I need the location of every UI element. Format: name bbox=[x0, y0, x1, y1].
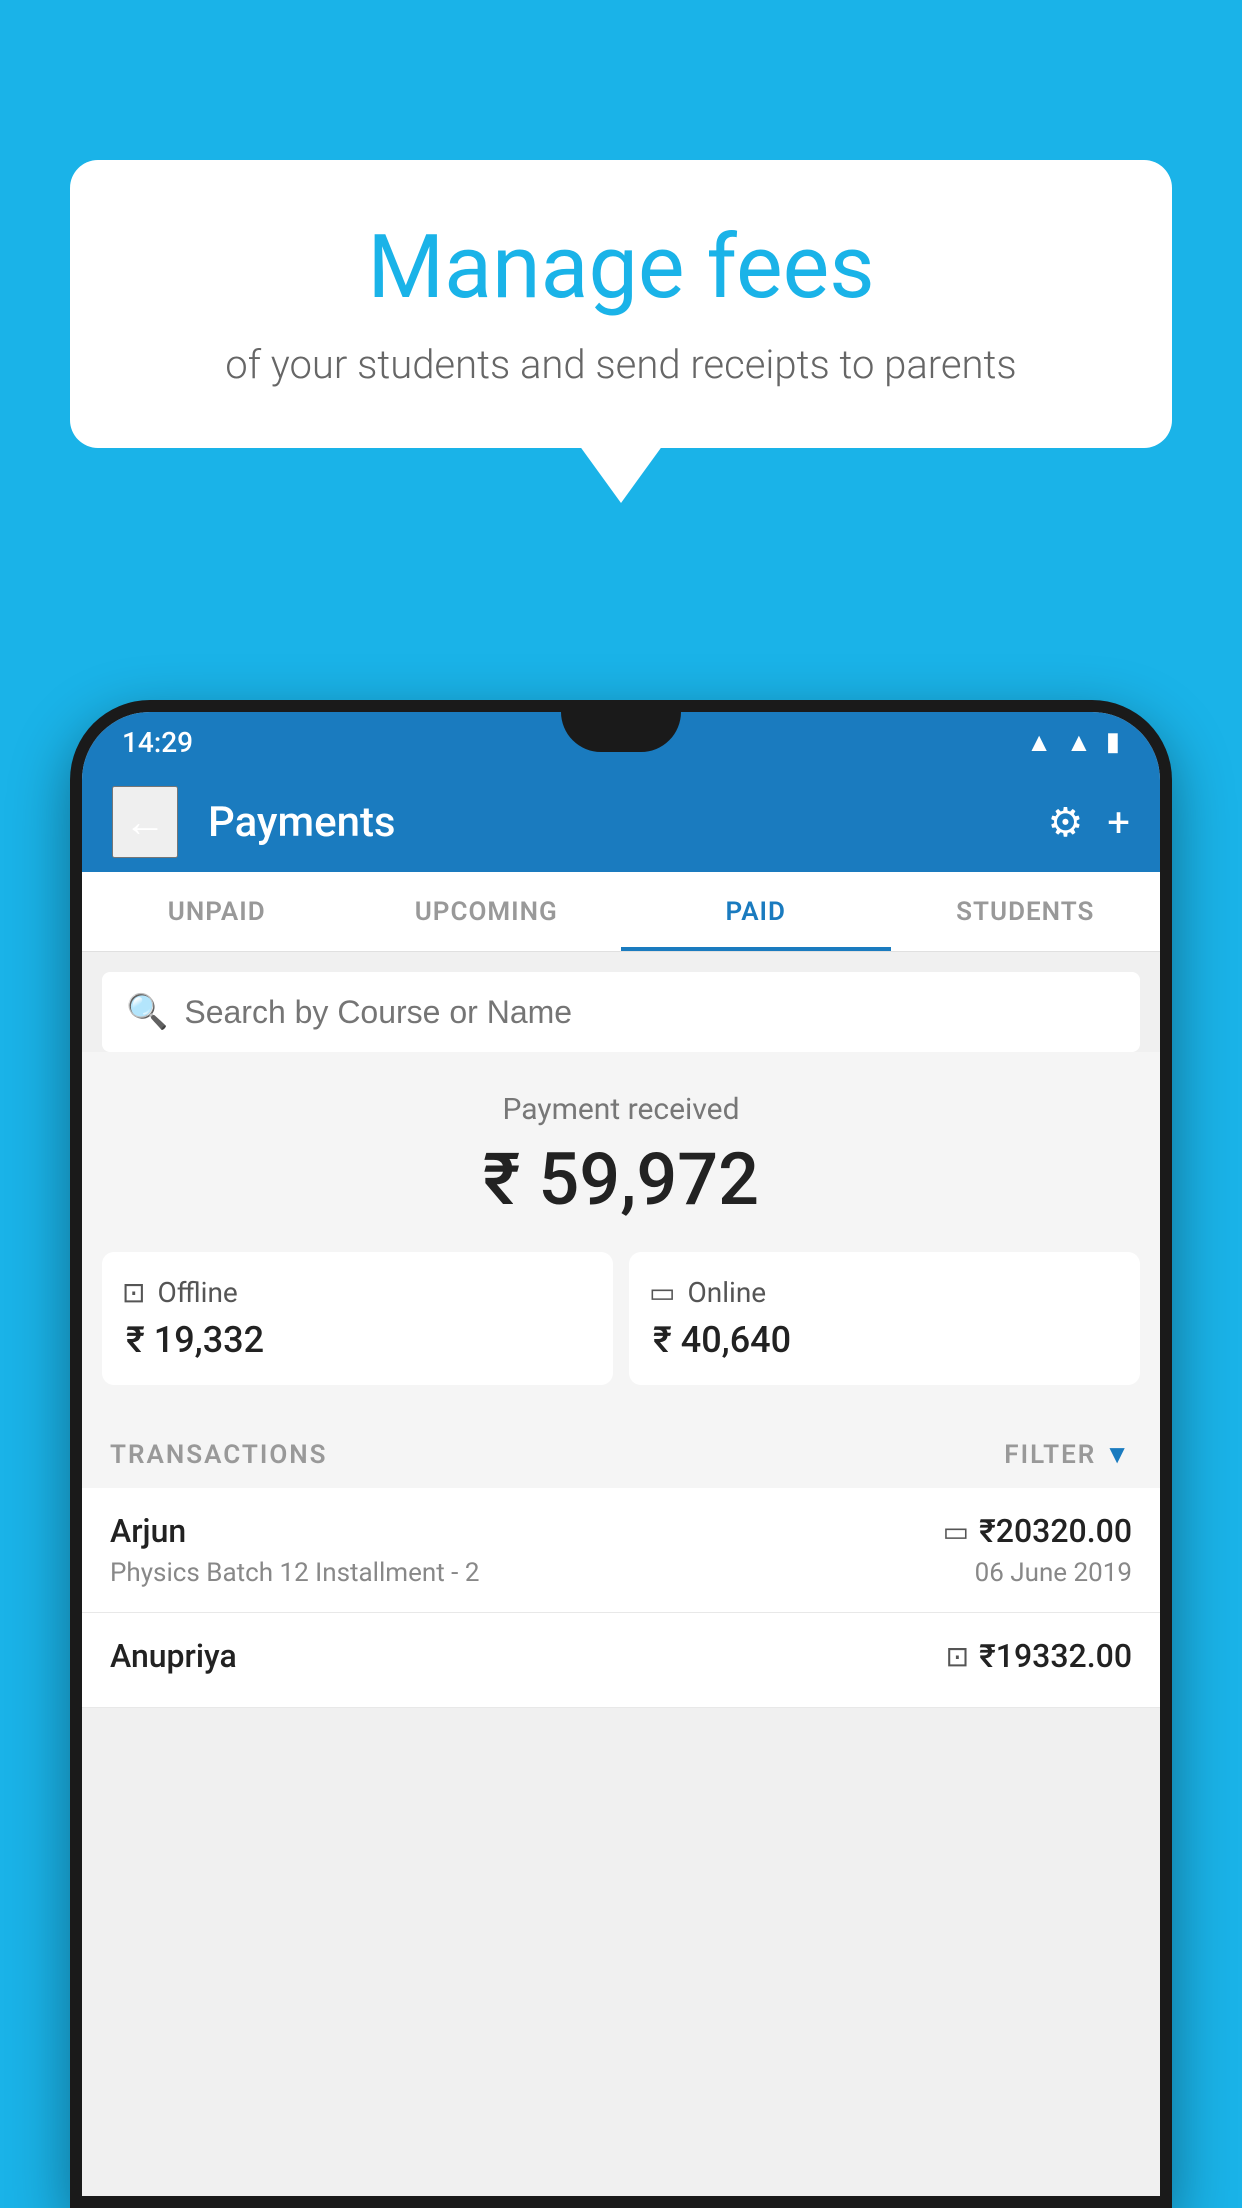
tab-paid[interactable]: PAID bbox=[621, 872, 891, 951]
speech-bubble: Manage fees of your students and send re… bbox=[70, 160, 1172, 448]
search-container: 🔍 bbox=[102, 972, 1140, 1052]
search-icon: 🔍 bbox=[126, 992, 168, 1032]
transaction-amount-row: ▭ ₹20320.00 bbox=[943, 1512, 1132, 1550]
offline-label: Offline bbox=[157, 1276, 237, 1309]
transaction-name: Anupriya bbox=[110, 1637, 237, 1675]
tab-students[interactable]: STUDENTS bbox=[891, 872, 1161, 951]
payment-received-label: Payment received bbox=[102, 1092, 1140, 1127]
transaction-top-row: Arjun ▭ ₹20320.00 bbox=[110, 1512, 1132, 1550]
search-input[interactable] bbox=[184, 994, 1116, 1031]
wifi-icon: ▲ bbox=[1026, 727, 1052, 758]
app-bar: ← Payments ⚙ + bbox=[82, 772, 1160, 872]
transaction-bottom-row: Physics Batch 12 Installment - 2 06 June… bbox=[110, 1558, 1132, 1588]
filter-label: FILTER bbox=[1004, 1440, 1096, 1470]
content-area: 🔍 Payment received ₹ 59,972 ⊡ Offline ₹ … bbox=[82, 952, 1160, 1708]
online-payment-icon: ▭ bbox=[943, 1515, 969, 1548]
online-icon: ▭ bbox=[649, 1276, 675, 1309]
online-card: ▭ Online ₹ 40,640 bbox=[629, 1252, 1140, 1385]
tab-upcoming[interactable]: UPCOMING bbox=[352, 872, 622, 951]
transaction-amount-row: ⊡ ₹19332.00 bbox=[946, 1637, 1132, 1675]
online-amount: ₹ 40,640 bbox=[649, 1319, 1120, 1361]
tab-unpaid[interactable]: UNPAID bbox=[82, 872, 352, 951]
offline-amount: ₹ 19,332 bbox=[122, 1319, 593, 1361]
add-icon[interactable]: + bbox=[1107, 799, 1130, 846]
offline-payment-icon: ⊡ bbox=[946, 1640, 969, 1673]
toolbar-icons: ⚙ + bbox=[1047, 799, 1130, 846]
online-label: Online bbox=[687, 1276, 766, 1309]
notch bbox=[561, 712, 681, 752]
battery-icon: ▮ bbox=[1106, 727, 1120, 757]
bubble-title: Manage fees bbox=[120, 220, 1122, 317]
bubble-subtitle: of your students and send receipts to pa… bbox=[120, 337, 1122, 393]
tabs-bar: UNPAID UPCOMING PAID STUDENTS bbox=[82, 872, 1160, 952]
offline-card: ⊡ Offline ₹ 19,332 bbox=[102, 1252, 613, 1385]
transaction-amount: ₹20320.00 bbox=[979, 1512, 1132, 1550]
transaction-course: Physics Batch 12 Installment - 2 bbox=[110, 1558, 479, 1588]
page-title: Payments bbox=[208, 798, 1027, 847]
table-row[interactable]: Anupriya ⊡ ₹19332.00 bbox=[82, 1613, 1160, 1708]
status-time: 14:29 bbox=[122, 726, 193, 759]
online-card-header: ▭ Online bbox=[649, 1276, 1120, 1309]
transaction-name: Arjun bbox=[110, 1512, 186, 1550]
transactions-label: TRANSACTIONS bbox=[110, 1440, 328, 1470]
transaction-date: 06 June 2019 bbox=[975, 1558, 1132, 1588]
payment-cards: ⊡ Offline ₹ 19,332 ▭ Online ₹ 40,640 bbox=[82, 1252, 1160, 1415]
phone-screen: 14:29 ▲ ▲ ▮ ← Payments ⚙ + UNPAID UPCOMI… bbox=[82, 712, 1160, 2196]
transaction-top-row: Anupriya ⊡ ₹19332.00 bbox=[110, 1637, 1132, 1675]
payment-summary: Payment received ₹ 59,972 bbox=[82, 1052, 1160, 1252]
back-button[interactable]: ← bbox=[112, 786, 178, 858]
phone-frame: 14:29 ▲ ▲ ▮ ← Payments ⚙ + UNPAID UPCOMI… bbox=[70, 700, 1172, 2208]
signal-icon: ▲ bbox=[1066, 727, 1092, 758]
transactions-header: TRANSACTIONS FILTER ▼ bbox=[82, 1415, 1160, 1488]
table-row[interactable]: Arjun ▭ ₹20320.00 Physics Batch 12 Insta… bbox=[82, 1488, 1160, 1613]
filter-icon: ▼ bbox=[1104, 1439, 1132, 1470]
status-icons: ▲ ▲ ▮ bbox=[1026, 727, 1120, 758]
offline-icon: ⊡ bbox=[122, 1276, 145, 1309]
settings-icon[interactable]: ⚙ bbox=[1047, 799, 1083, 846]
status-bar: 14:29 ▲ ▲ ▮ bbox=[82, 712, 1160, 772]
filter-button[interactable]: FILTER ▼ bbox=[1004, 1439, 1132, 1470]
payment-total-amount: ₹ 59,972 bbox=[102, 1137, 1140, 1222]
transaction-amount: ₹19332.00 bbox=[979, 1637, 1132, 1675]
offline-card-header: ⊡ Offline bbox=[122, 1276, 593, 1309]
